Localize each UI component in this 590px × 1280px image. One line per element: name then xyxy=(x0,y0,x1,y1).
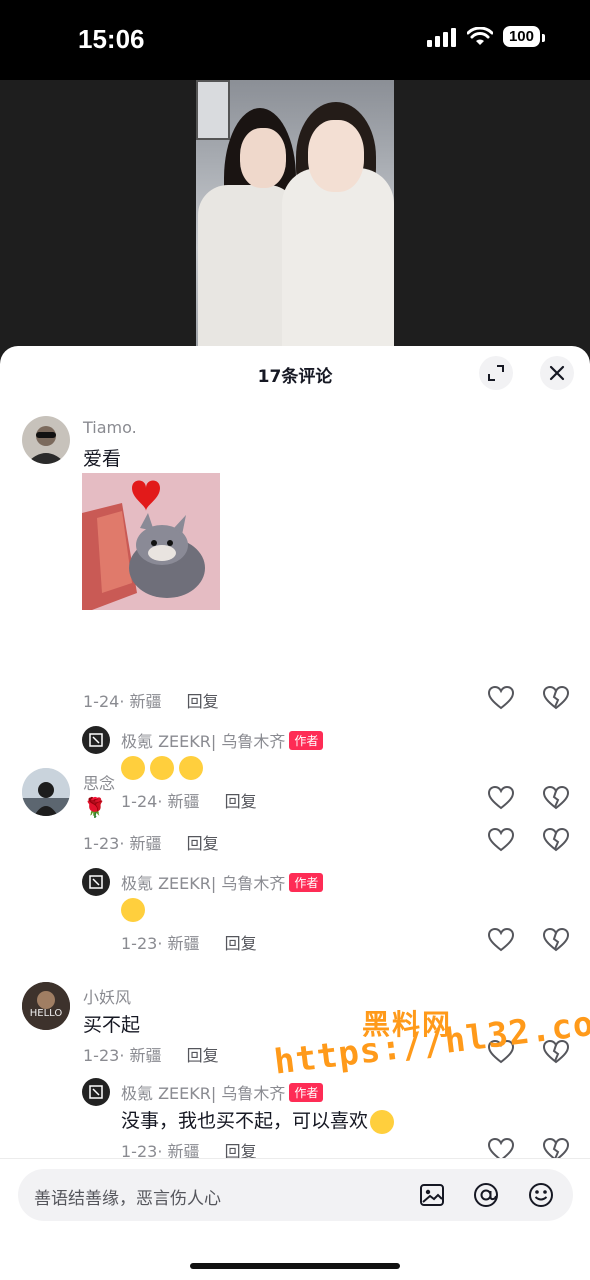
reply-button[interactable]: 回复 xyxy=(225,792,257,811)
battery-indicator: 100 xyxy=(502,26,546,47)
reply-text: 没事，我也买不起，可以喜欢 xyxy=(121,1106,399,1134)
avatar[interactable] xyxy=(22,768,70,816)
author-badge: 作者 xyxy=(289,731,324,750)
reply-username[interactable]: 极氪 ZEEKR| 乌鲁木齐 作者 xyxy=(121,728,324,752)
status-bar: 15:06 100 xyxy=(0,0,590,80)
comment-text: 🌹 xyxy=(83,797,107,819)
reply-username[interactable]: 极氪 ZEEKR| 乌鲁木齐 作者 xyxy=(121,870,324,894)
comment-text: 买不起 xyxy=(83,1014,141,1036)
comments-sheet: 17条评论 Tiamo. 爱看 1-24· 新疆 回复 极氪 ZEEKR| 乌鲁… xyxy=(0,346,590,1280)
close-icon xyxy=(549,365,565,381)
comment-username[interactable]: 小妖风 xyxy=(83,984,131,1008)
sticker-image[interactable] xyxy=(82,473,220,610)
sub-avatar[interactable] xyxy=(82,726,110,754)
image-icon[interactable] xyxy=(418,1181,446,1209)
hug-emoji-icon xyxy=(179,756,203,780)
dislike-icon[interactable] xyxy=(543,686,569,710)
reply-meta: 1-24· 新疆 回复 xyxy=(121,792,257,811)
dislike-icon[interactable] xyxy=(543,786,569,810)
like-icon[interactable] xyxy=(488,786,514,810)
author-badge: 作者 xyxy=(289,1083,324,1102)
dislike-icon[interactable] xyxy=(543,928,569,952)
home-indicator xyxy=(190,1263,400,1269)
expand-button[interactable] xyxy=(479,356,513,390)
blushing-emoji-icon xyxy=(370,1109,395,1134)
wifi-icon xyxy=(466,26,493,45)
reply-emoji xyxy=(121,756,208,780)
comment-meta: 1-24· 新疆 回复 xyxy=(83,692,219,711)
reply-meta: 1-23· 新疆 回复 xyxy=(121,934,257,953)
reply-button[interactable]: 回复 xyxy=(187,1046,219,1065)
sub-avatar[interactable] xyxy=(82,868,110,896)
status-icons: 100 xyxy=(426,26,546,47)
expand-icon xyxy=(488,365,504,381)
like-icon[interactable] xyxy=(488,928,514,952)
like-icon[interactable] xyxy=(488,1040,514,1064)
emoji-icon[interactable] xyxy=(527,1181,555,1209)
cellular-signal-icon xyxy=(426,27,456,47)
comment-input-placeholder[interactable]: 善语结善缘，恶言伤人心 xyxy=(34,1184,221,1209)
mention-icon[interactable] xyxy=(472,1181,500,1209)
sub-avatar[interactable] xyxy=(82,1078,110,1106)
smile-emoji-icon xyxy=(121,898,145,922)
reply-username[interactable]: 极氪 ZEEKR| 乌鲁木齐 作者 xyxy=(121,1080,324,1104)
comment-input[interactable]: 善语结善缘，恶言伤人心 xyxy=(18,1169,573,1221)
like-icon[interactable] xyxy=(488,686,514,710)
comment-text: 爱看 xyxy=(83,448,122,470)
sheet-header: 17条评论 xyxy=(0,346,590,402)
like-icon[interactable] xyxy=(488,828,514,852)
background-frame xyxy=(196,80,230,140)
status-time: 15:06 xyxy=(78,24,145,54)
comment-username[interactable]: 思念 xyxy=(83,770,115,794)
author-badge: 作者 xyxy=(289,873,324,892)
reply-button[interactable]: 回复 xyxy=(225,934,257,953)
video-frame[interactable] xyxy=(196,80,394,360)
reply-button[interactable]: 回复 xyxy=(187,692,219,711)
comment-input-bar: 善语结善缘，恶言伤人心 xyxy=(0,1158,590,1280)
video-player[interactable] xyxy=(0,80,590,360)
avatar[interactable] xyxy=(22,416,70,464)
comment-meta: 1-23· 新疆 回复 xyxy=(83,1046,219,1065)
avatar[interactable]: HELLO xyxy=(22,982,70,1030)
reply-emoji xyxy=(121,898,150,922)
close-button[interactable] xyxy=(540,356,574,390)
hug-emoji-icon xyxy=(150,756,174,780)
dislike-icon[interactable] xyxy=(543,828,569,852)
comment-meta: 1-23· 新疆 回复 xyxy=(83,834,219,853)
comment-username[interactable]: Tiamo. xyxy=(83,418,137,437)
reply-button[interactable]: 回复 xyxy=(187,834,219,853)
dislike-icon[interactable] xyxy=(543,1040,569,1064)
svg-text:HELLO: HELLO xyxy=(30,1008,63,1019)
hug-emoji-icon xyxy=(121,756,145,780)
